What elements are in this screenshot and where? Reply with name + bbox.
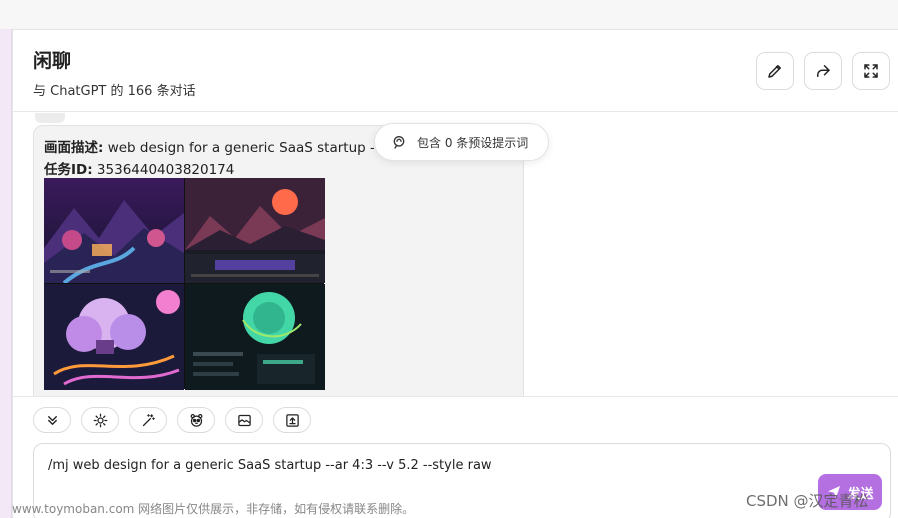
message-list[interactable]: 画面描述: web design for a generic SaaS star…: [13, 113, 898, 396]
chat-header: 闲聊 与 ChatGPT 的 166 条对话: [13, 30, 898, 112]
preset-prompts-label: 包含 0 条预设提示词: [417, 135, 529, 150]
task-id-value: 3536440403820174: [92, 162, 235, 178]
csdn-watermark: CSDN @汉定青松: [746, 492, 869, 510]
description-label: 画面描述:: [44, 140, 104, 156]
upload-icon: [285, 413, 299, 427]
task-id-line: 任务ID: 3536440403820174: [44, 158, 234, 178]
generated-image-1: [44, 178, 184, 283]
double-chevron-down-icon: [47, 415, 57, 425]
collapse-tool-button[interactable]: [33, 407, 71, 433]
generated-image-2: [185, 178, 325, 283]
chat-toolbar: [33, 407, 311, 433]
share-icon: [817, 65, 830, 77]
previous-message-edge: [35, 113, 65, 123]
pencil-icon: [768, 65, 781, 78]
image-icon: [237, 414, 251, 426]
fullscreen-button[interactable]: [852, 52, 890, 90]
message-input-text: /mj web design for a generic SaaS startu…: [48, 458, 492, 473]
chat-window: 闲聊 与 ChatGPT 的 166 条对话 画面描述: web design …: [12, 29, 898, 518]
theme-tool-button[interactable]: [81, 407, 119, 433]
bot-message-bubble: 画面描述: web design for a generic SaaS star…: [33, 125, 524, 396]
top-strip: [0, 0, 898, 29]
description-line: 画面描述: web design for a generic SaaS star…: [44, 136, 374, 156]
magic-wand-icon: [142, 413, 155, 426]
left-sidebar-edge: [0, 29, 12, 518]
chat-title: 闲聊: [33, 50, 72, 72]
generated-image-grid[interactable]: [44, 178, 325, 390]
preset-prompts-pill[interactable]: 包含 0 条预设提示词: [374, 123, 550, 161]
share-button[interactable]: [804, 52, 842, 90]
site-watermark: www.toymoban.com 网络图片仅供展示，非存储，如有侵权请联系删除。: [12, 502, 415, 516]
image-tool-button[interactable]: [225, 407, 263, 433]
fullscreen-icon: [864, 64, 878, 78]
generated-image-4: [185, 284, 325, 390]
chat-subtitle: 与 ChatGPT 的 166 条对话: [33, 84, 196, 99]
panda-mask-icon: [190, 413, 202, 427]
prompt-icon: [393, 136, 405, 149]
magic-tool-button[interactable]: [129, 407, 167, 433]
mask-tool-button[interactable]: [177, 407, 215, 433]
edit-button[interactable]: [756, 52, 794, 90]
description-value: web design for a generic SaaS startup --…: [107, 140, 374, 156]
upload-tool-button[interactable]: [273, 407, 311, 433]
generated-image-3: [44, 284, 184, 390]
task-id-label: 任务ID:: [44, 162, 93, 178]
sun-icon: [93, 413, 107, 427]
